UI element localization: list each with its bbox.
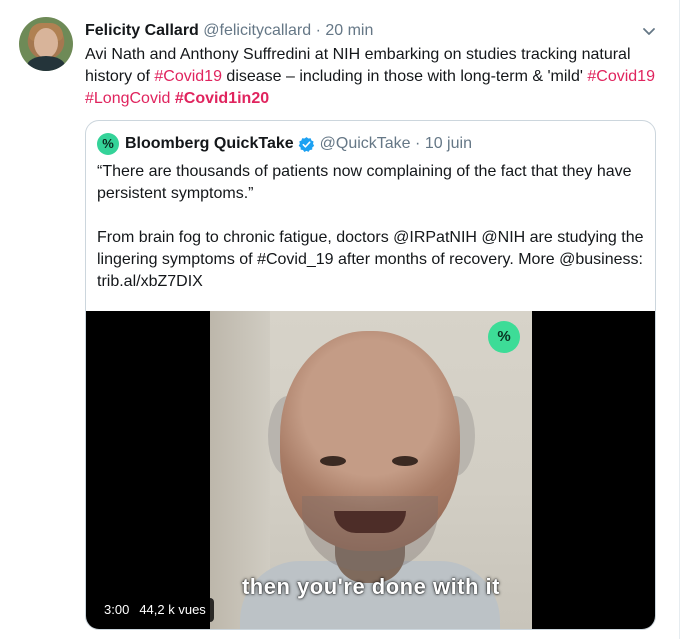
hashtag-covid1in20[interactable]: #Covid1in20 bbox=[175, 90, 269, 107]
video-frame: % then you're done with it bbox=[210, 311, 532, 629]
video-person-beard bbox=[302, 496, 438, 571]
video-person-eyes bbox=[320, 456, 420, 470]
quoted-paragraph-1: “There are thousands of patients now com… bbox=[97, 163, 632, 202]
video-person-eye-left bbox=[320, 456, 346, 466]
quoted-author-name[interactable]: Bloomberg QuickTake bbox=[125, 135, 294, 152]
hashtag-covid19[interactable]: #Covid19 bbox=[154, 68, 222, 85]
quoted-separator-dot: · bbox=[415, 135, 421, 152]
quoted-tweet-header: % Bloomberg QuickTake @QuickTake · 10 jui… bbox=[97, 133, 472, 155]
video-view-count: 44,2 k vues bbox=[139, 602, 206, 617]
video-person-mouth bbox=[334, 511, 406, 533]
tweet-timestamp[interactable]: 20 min bbox=[325, 22, 373, 39]
verified-badge-icon bbox=[298, 136, 314, 152]
video-person-eye-right bbox=[392, 456, 418, 466]
video-player[interactable]: % then you're done with it 3:00 44,2 k vu… bbox=[86, 311, 655, 629]
hashtag-longcovid[interactable]: #LongCovid bbox=[85, 90, 170, 107]
tweet-header: Felicity Callard @felicitycallard · 20 m… bbox=[85, 21, 373, 41]
author-handle[interactable]: @felicitycallard bbox=[203, 22, 311, 39]
quoted-tweet[interactable]: % Bloomberg QuickTake @QuickTake · 10 jui… bbox=[85, 120, 656, 630]
video-stats-pill: 3:00 44,2 k vues bbox=[96, 598, 214, 622]
quoted-timestamp[interactable]: 10 juin bbox=[425, 135, 472, 152]
author-avatar[interactable] bbox=[19, 17, 73, 71]
avatar-face bbox=[34, 28, 58, 58]
tweet-text: Avi Nath and Anthony Suffredini at NIH e… bbox=[85, 44, 655, 110]
quoted-tweet-text: “There are thousands of patients now com… bbox=[97, 161, 645, 293]
avatar-shirt bbox=[27, 56, 65, 71]
quicktake-logo-icon: % bbox=[97, 133, 119, 155]
quoted-paragraph-2: From brain fog to chronic fatigue, docto… bbox=[97, 229, 644, 290]
separator-dot: · bbox=[315, 22, 321, 39]
video-caption: then you're done with it bbox=[241, 574, 500, 599]
author-name[interactable]: Felicity Callard bbox=[85, 22, 199, 39]
chevron-down-icon[interactable] bbox=[640, 22, 658, 40]
tweet-text-part2: disease – including in those with long-t… bbox=[221, 68, 588, 85]
video-duration: 3:00 bbox=[104, 602, 130, 617]
chevron-down-icon-svg bbox=[643, 28, 655, 35]
quoted-author-handle[interactable]: @QuickTake bbox=[320, 135, 411, 152]
tweet: Felicity Callard @felicitycallard · 20 m… bbox=[0, 0, 680, 639]
quicktake-badge-icon: % bbox=[488, 321, 520, 353]
hashtag-covid19-2[interactable]: #Covid19 bbox=[587, 68, 655, 85]
